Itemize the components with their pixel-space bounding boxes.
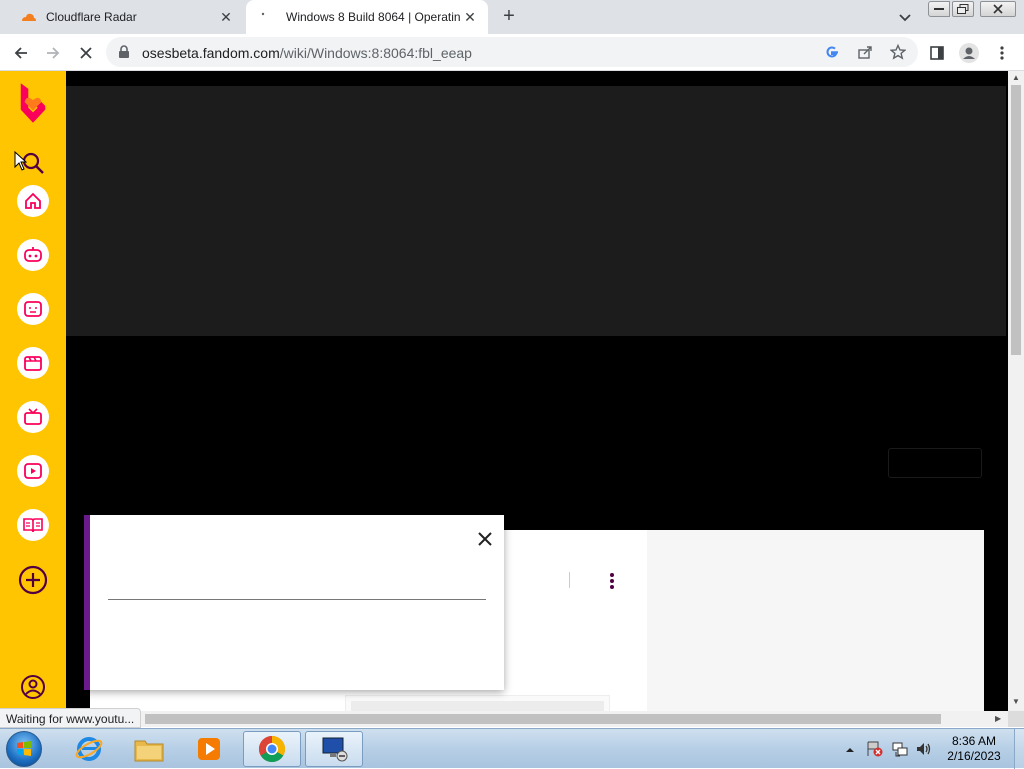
video-icon[interactable] bbox=[17, 455, 49, 487]
status-bubble: Waiting for www.youtu... bbox=[0, 708, 142, 728]
tab-title: Windows 8 Build 8064 | Operatin bbox=[286, 10, 461, 24]
wiki-icon[interactable] bbox=[17, 509, 49, 541]
add-icon[interactable] bbox=[17, 564, 49, 596]
google-icon[interactable] bbox=[824, 44, 840, 63]
tab-cloudflare-radar[interactable]: Cloudflare Radar ✕ bbox=[6, 0, 244, 34]
right-rail bbox=[647, 530, 984, 711]
share-icon[interactable] bbox=[857, 44, 873, 63]
page-tools bbox=[888, 448, 982, 478]
user-icon[interactable] bbox=[17, 671, 49, 703]
placeholder-box bbox=[345, 695, 610, 711]
network-icon[interactable] bbox=[891, 740, 909, 761]
close-tab-icon[interactable]: ✕ bbox=[462, 9, 478, 25]
taskbar-clock[interactable]: 8:36 AM 2/16/2023 bbox=[944, 734, 1004, 764]
divider bbox=[569, 572, 570, 588]
show-hidden-icons-icon[interactable] bbox=[845, 743, 855, 757]
more-options-icon[interactable] bbox=[609, 572, 615, 590]
scroll-thumb[interactable] bbox=[145, 714, 941, 724]
close-tab-icon[interactable]: ✕ bbox=[218, 9, 234, 25]
windows-taskbar: 8:36 AM 2/16/2023 bbox=[0, 728, 1024, 769]
new-tab-button[interactable]: + bbox=[498, 6, 520, 28]
close-icon[interactable] bbox=[476, 530, 494, 548]
url-path: /wiki/Windows:8:8064:fbl_eeap bbox=[279, 45, 472, 61]
windows-logo-icon bbox=[17, 741, 31, 756]
loading-icon bbox=[260, 9, 276, 25]
chrome-icon[interactable] bbox=[243, 731, 301, 767]
minimize-button[interactable] bbox=[928, 1, 950, 17]
chrome-menu-icon[interactable] bbox=[992, 43, 1012, 63]
tab-windows-8-build[interactable]: Windows 8 Build 8064 | Operatin ✕ bbox=[246, 0, 488, 34]
forward-arrow-icon[interactable] bbox=[43, 43, 63, 63]
tab-strip: Cloudflare Radar ✕ Windows 8 Build 8064 … bbox=[0, 0, 1024, 34]
media-player-icon[interactable] bbox=[180, 731, 238, 767]
clock-time: 8:36 AM bbox=[951, 734, 997, 748]
scroll-down-icon[interactable]: ▼ bbox=[1012, 697, 1020, 706]
anime-icon[interactable] bbox=[17, 293, 49, 325]
start-button[interactable] bbox=[6, 731, 42, 767]
action-center-flag-icon[interactable] bbox=[866, 740, 884, 761]
restore-button[interactable] bbox=[952, 1, 974, 17]
remote-desktop-icon[interactable] bbox=[305, 731, 363, 767]
fandom-logo[interactable] bbox=[17, 79, 49, 127]
side-panel-icon[interactable] bbox=[927, 43, 947, 63]
url-text: osesbeta.fandom.com/wiki/Windows:8:8064:… bbox=[142, 45, 472, 61]
dialog-modal bbox=[84, 515, 504, 690]
tab-title: Cloudflare Radar bbox=[46, 10, 137, 24]
ad-slot bbox=[66, 86, 1006, 336]
url-host: osesbeta.fandom.com bbox=[142, 45, 280, 61]
file-explorer-icon[interactable] bbox=[120, 731, 178, 767]
show-desktop-button[interactable] bbox=[1014, 729, 1024, 769]
scroll-corner bbox=[1008, 711, 1024, 727]
bookmark-star-icon[interactable] bbox=[889, 43, 907, 63]
volume-icon[interactable] bbox=[915, 740, 933, 761]
input-underline[interactable] bbox=[108, 599, 486, 600]
lock-icon[interactable] bbox=[118, 45, 130, 62]
address-bar[interactable]: osesbeta.fandom.com/wiki/Windows:8:8064:… bbox=[106, 37, 918, 67]
fandom-global-sidebar bbox=[0, 71, 66, 711]
close-window-button[interactable] bbox=[980, 1, 1016, 17]
scroll-thumb[interactable] bbox=[1011, 85, 1021, 355]
games-icon[interactable] bbox=[17, 239, 49, 271]
cloudflare-icon bbox=[20, 9, 36, 25]
tab-search-chevron-icon[interactable] bbox=[897, 9, 913, 25]
browser-toolbar: osesbeta.fandom.com/wiki/Windows:8:8064:… bbox=[0, 34, 1024, 71]
stop-loading-icon[interactable] bbox=[76, 43, 96, 63]
scroll-right-icon[interactable]: ▶ bbox=[995, 714, 1001, 723]
profile-avatar-icon[interactable] bbox=[959, 43, 979, 63]
mouse-cursor-icon bbox=[14, 150, 28, 174]
vertical-scrollbar[interactable]: ▲ ▼ bbox=[1008, 71, 1024, 711]
scroll-up-icon[interactable]: ▲ bbox=[1012, 73, 1020, 82]
back-arrow-icon[interactable] bbox=[11, 43, 31, 63]
tv-icon[interactable] bbox=[17, 401, 49, 433]
movies-icon[interactable] bbox=[17, 347, 49, 379]
home-icon[interactable] bbox=[17, 185, 49, 217]
horizontal-scrollbar[interactable]: ▶ bbox=[0, 711, 1008, 727]
internet-explorer-icon[interactable] bbox=[60, 731, 118, 767]
clock-date: 2/16/2023 bbox=[947, 749, 1001, 763]
